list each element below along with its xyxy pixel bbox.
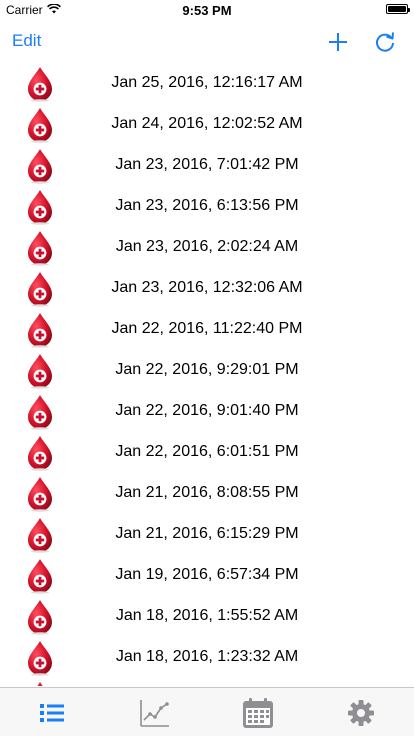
list-item[interactable]: Jan 25, 2016, 12:16:17 AM <box>0 64 414 105</box>
list-item[interactable]: Jan 18, 2016, 1:55:52 AM <box>0 597 414 638</box>
calendar-icon <box>242 697 273 728</box>
entry-timestamp: Jan 18, 2016, 1:23:32 AM <box>115 648 299 665</box>
list-item[interactable]: Jan 23, 2016, 2:02:24 AM <box>0 228 414 269</box>
list-item[interactable]: Jan 23, 2016, 6:13:56 PM <box>0 187 414 228</box>
navigation-bar: Edit <box>0 20 414 64</box>
list-item[interactable]: Jan 22, 2016, 6:01:51 PM <box>0 433 414 474</box>
tab-chart[interactable] <box>103 688 206 737</box>
entry-timestamp: Jan 22, 2016, 9:01:40 PM <box>115 402 299 419</box>
list-icon <box>39 703 64 722</box>
list-item[interactable]: Jan 24, 2016, 12:02:52 AM <box>0 105 414 146</box>
entries-list[interactable]: Jan 25, 2016, 12:16:17 AM Jan 24, 2016, … <box>0 64 414 686</box>
entry-timestamp: Jan 22, 2016, 6:01:51 PM <box>115 443 299 460</box>
list-item[interactable]: Jan 22, 2016, 11:22:40 PM <box>0 310 414 351</box>
refresh-icon[interactable] <box>373 30 397 54</box>
tab-settings[interactable] <box>309 688 412 737</box>
entry-timestamp: Jan 23, 2016, 7:01:42 PM <box>115 156 299 173</box>
plus-icon[interactable] <box>326 30 350 54</box>
entry-timestamp: Jan 18, 2016, 1:55:52 AM <box>115 607 299 624</box>
tab-list[interactable] <box>0 688 103 737</box>
entry-timestamp: Jan 25, 2016, 12:16:17 AM <box>111 74 303 91</box>
list-item[interactable]: Jan 23, 2016, 12:32:06 AM <box>0 269 414 310</box>
blood-drop-icon <box>25 681 55 686</box>
entry-timestamp: Jan 23, 2016, 6:13:56 PM <box>115 197 299 214</box>
entry-timestamp: Jan 24, 2016, 12:02:52 AM <box>111 115 303 132</box>
entry-timestamp: Jan 19, 2016, 6:57:34 PM <box>115 566 299 583</box>
battery-icon <box>386 4 410 14</box>
list-item[interactable]: Jan 18, 2016, 1:23:32 AM <box>0 638 414 679</box>
entry-timestamp: Jan 22, 2016, 11:22:40 PM <box>111 320 303 337</box>
status-time: 9:53 PM <box>182 3 232 18</box>
chart-icon <box>139 699 169 727</box>
list-item[interactable]: Jan 21, 2016, 6:15:29 PM <box>0 515 414 556</box>
status-bar: Carrier 9:53 PM <box>0 0 414 20</box>
entry-timestamp: Jan 21, 2016, 8:08:55 PM <box>115 484 299 501</box>
entry-timestamp: Jan 23, 2016, 12:32:06 AM <box>111 279 303 296</box>
list-item[interactable]: Jan 23, 2016, 7:01:42 PM <box>0 146 414 187</box>
tab-calendar[interactable] <box>206 688 309 737</box>
list-item[interactable]: Jan 22, 2016, 9:29:01 PM <box>0 351 414 392</box>
list-item[interactable]: Jan 21, 2016, 8:08:55 PM <box>0 474 414 515</box>
entry-timestamp: Jan 21, 2016, 6:15:29 PM <box>115 525 299 542</box>
list-item[interactable] <box>0 679 414 686</box>
gear-icon <box>347 699 374 726</box>
entry-timestamp: Jan 23, 2016, 2:02:24 AM <box>115 238 299 255</box>
entry-timestamp: Jan 22, 2016, 9:29:01 PM <box>115 361 299 378</box>
list-item[interactable]: Jan 22, 2016, 9:01:40 PM <box>0 392 414 433</box>
edit-button[interactable]: Edit <box>12 31 41 51</box>
tab-bar <box>0 687 414 736</box>
list-item[interactable]: Jan 19, 2016, 6:57:34 PM <box>0 556 414 597</box>
